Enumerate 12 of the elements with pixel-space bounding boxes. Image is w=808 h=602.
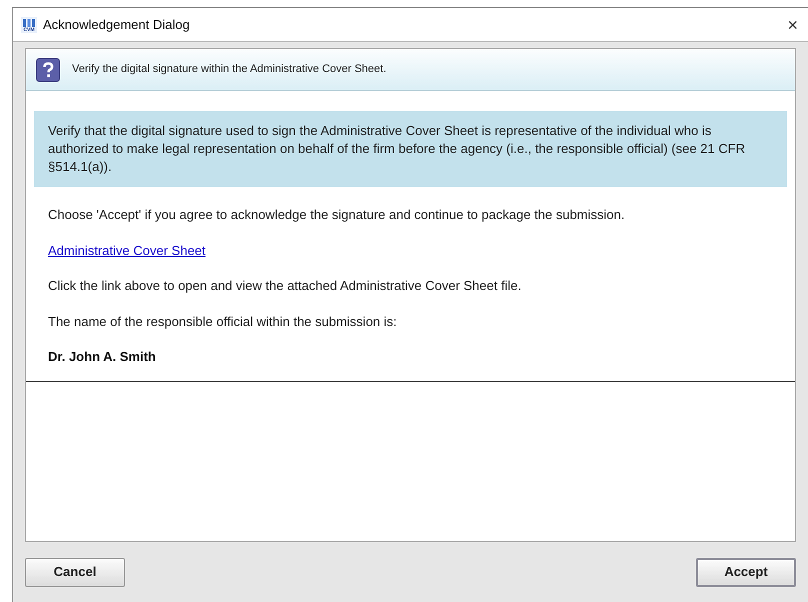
instruction-text: Choose 'Accept' if you agree to acknowledge the signature and continue to package the submission.	[48, 206, 626, 224]
dialog-button[interactable]: Accept	[696, 558, 796, 586]
window-title: Acknowledgement Dialog	[43, 16, 190, 34]
info-box: Verify that the digital signature used to sign the Administrative Cover Sheet is representative of the individual who is authorized to make legal representation on behalf of the firm before the agency (i.e., the responsible official) (see 21 CFR §514.1(a)).	[34, 111, 787, 187]
question-icon	[36, 58, 60, 82]
instruction-text: The name of the responsible official within the submission is:	[48, 312, 398, 331]
dialog-button[interactable]: Cancel	[25, 558, 125, 586]
official-name: Dr. John A. Smith	[48, 348, 157, 366]
header-message: Verify the digital signature within the Administrative Cover Sheet.	[72, 62, 386, 78]
instruction-text: Click the link above to open and view the attached Administrative Cover Sheet file.	[48, 277, 522, 295]
close-button[interactable]: ×	[785, 16, 800, 34]
document-link[interactable]: Administrative Cover Sheet	[48, 240, 206, 260]
